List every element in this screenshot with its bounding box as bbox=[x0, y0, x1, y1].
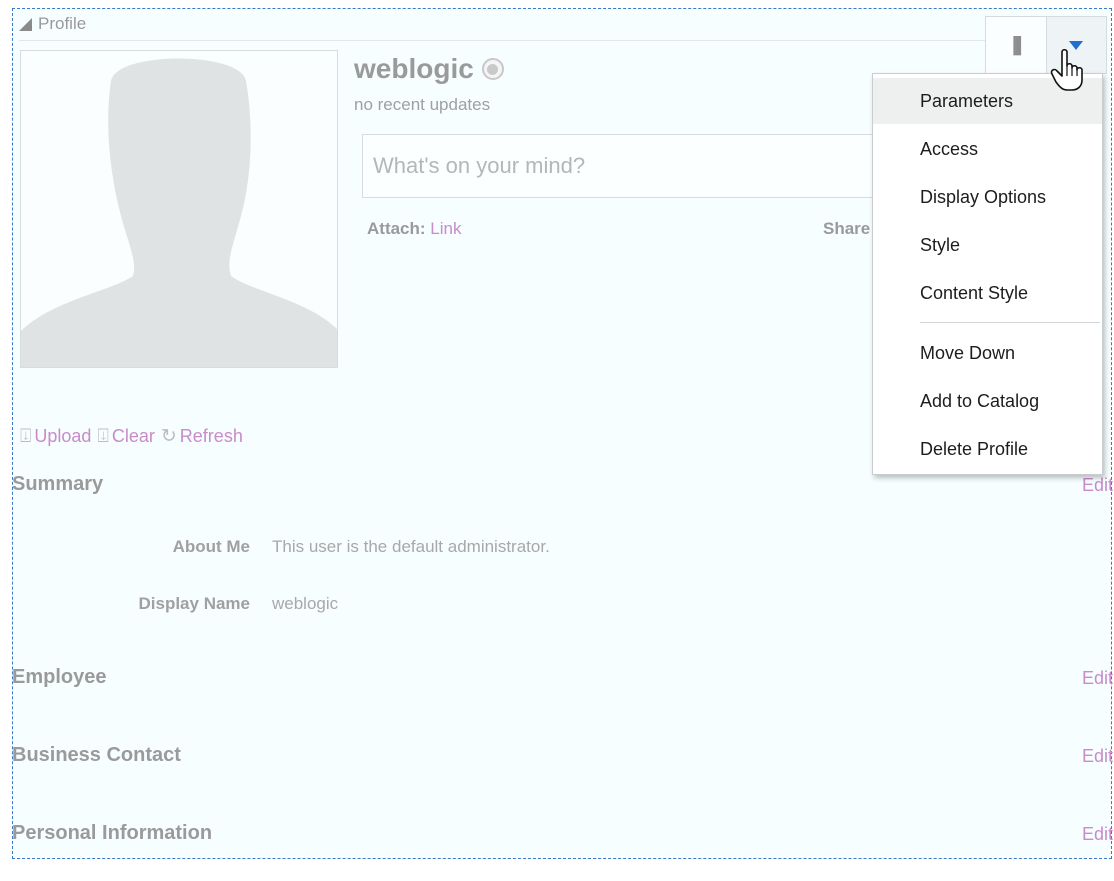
clear-label: Clear bbox=[111, 426, 155, 446]
menu-item-display-options[interactable]: Display Options bbox=[873, 174, 1102, 220]
section-employee-title: Employee bbox=[12, 666, 107, 688]
presence-status-icon bbox=[481, 58, 504, 80]
hand-pointer-icon bbox=[1050, 48, 1083, 91]
view-menu: Parameters Access Display Options Style … bbox=[872, 73, 1103, 475]
profile-photo bbox=[20, 50, 338, 368]
status-placeholder: What's on your mind? bbox=[373, 153, 586, 178]
refresh-label: Refresh bbox=[179, 426, 243, 446]
attach-label: Attach: bbox=[367, 219, 426, 238]
refresh-link[interactable]: ↻ Refresh bbox=[161, 425, 243, 448]
clear-link[interactable]: ⍗ Clear bbox=[97, 426, 154, 448]
profile-username[interactable]: weblogic bbox=[354, 53, 474, 85]
menu-separator bbox=[920, 322, 1100, 323]
status-update-input[interactable]: What's on your mind? bbox=[362, 134, 922, 198]
clear-icon: ⍗ bbox=[97, 425, 109, 447]
columns-icon: ||| bbox=[1011, 33, 1023, 56]
share-label[interactable]: Share bbox=[823, 219, 870, 239]
view-toolbar: ||| bbox=[985, 16, 1107, 74]
display-name-label: Display Name bbox=[138, 594, 251, 613]
about-me-value: This user is the default administrator. bbox=[272, 537, 550, 556]
display-name-value: weblogic bbox=[272, 594, 339, 613]
menu-item-access[interactable]: Access bbox=[873, 126, 1102, 172]
menu-item-content-style[interactable]: Content Style bbox=[873, 270, 1102, 316]
upload-label: Upload bbox=[34, 426, 92, 446]
about-me-label: About Me bbox=[172, 537, 250, 556]
section-business-contact-title: Business Contact bbox=[12, 744, 181, 766]
profile-name-row: weblogic bbox=[354, 53, 504, 85]
menu-item-add-to-catalog[interactable]: Add to Catalog bbox=[873, 378, 1102, 424]
upload-icon: ⍗ bbox=[20, 425, 32, 447]
section-summary-title: Summary bbox=[12, 473, 104, 495]
upload-link[interactable]: ⍗ Upload bbox=[20, 426, 91, 448]
photo-actions: ⍗ Upload ⍗ Clear ↻ Refresh bbox=[20, 425, 243, 448]
business-contact-edit-link[interactable]: Edit bbox=[1082, 746, 1113, 767]
avatar-silhouette-icon bbox=[21, 58, 337, 367]
section-personal-information-title: Personal Information bbox=[12, 822, 213, 844]
portlet-header: Profile bbox=[19, 14, 86, 34]
menu-item-style[interactable]: Style bbox=[873, 222, 1102, 268]
employee-edit-link[interactable]: Edit bbox=[1082, 668, 1113, 689]
recent-updates-text: no recent updates bbox=[354, 95, 491, 114]
attach-row: Attach: Link bbox=[367, 219, 461, 239]
attach-link[interactable]: Link bbox=[430, 219, 461, 238]
portlet-title: Profile bbox=[38, 14, 87, 33]
header-divider bbox=[19, 40, 999, 41]
collapse-triangle-icon[interactable] bbox=[19, 17, 32, 31]
columns-button[interactable]: ||| bbox=[986, 17, 1046, 73]
refresh-icon: ↻ bbox=[160, 426, 177, 447]
menu-item-move-down[interactable]: Move Down bbox=[873, 330, 1102, 376]
personal-information-edit-link[interactable]: Edit bbox=[1082, 824, 1113, 845]
summary-edit-link[interactable]: Edit bbox=[1082, 475, 1113, 496]
menu-item-delete-profile[interactable]: Delete Profile bbox=[873, 426, 1102, 472]
